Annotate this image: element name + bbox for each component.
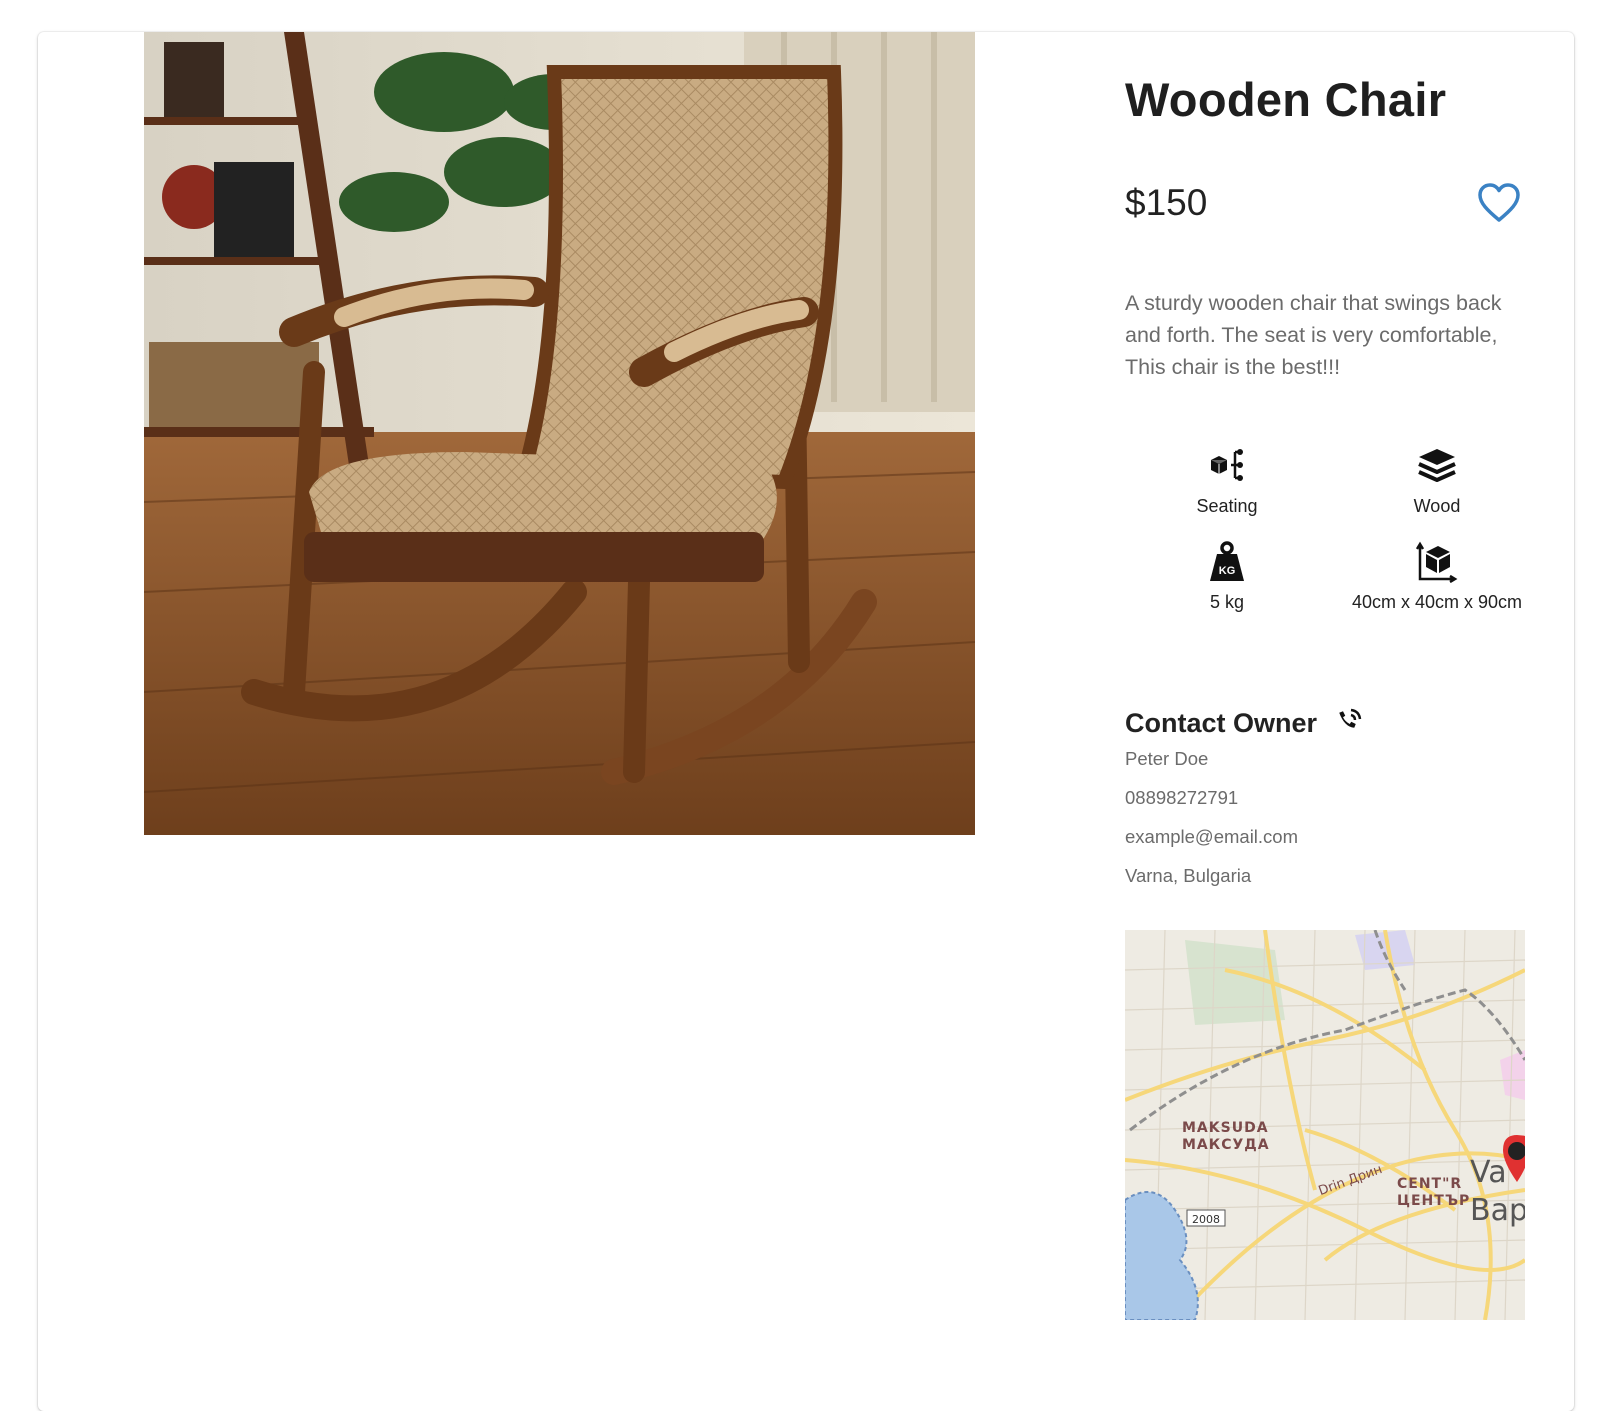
map-city-cyrillic: Вар xyxy=(1470,1193,1525,1228)
spec-weight: KG 5 kg xyxy=(1127,540,1327,613)
rocking-chair-image xyxy=(144,32,975,835)
weight-icon-text: KG xyxy=(1219,565,1236,577)
spec-label: 40cm x 40cm x 90cm xyxy=(1351,592,1523,612)
layers-icon xyxy=(1337,444,1537,488)
weight-icon: KG xyxy=(1127,540,1327,584)
map-district-label: CENT"R ЦЕНТЪР xyxy=(1397,1176,1471,1209)
map-road-number: 2008 xyxy=(1192,1213,1220,1226)
spec-label: Wood xyxy=(1413,496,1461,516)
owner-phone[interactable]: 08898272791 xyxy=(1125,787,1238,809)
spec-material: Wood xyxy=(1337,444,1537,517)
location-map[interactable]: Drin Дрин 2008 Va Вар MAKSUDA МАКСУДА CE… xyxy=(1125,930,1525,1320)
favorite-heart-icon[interactable] xyxy=(1477,182,1521,224)
product-image[interactable] xyxy=(144,32,975,835)
spec-dimensions: 40cm x 40cm x 90cm xyxy=(1337,540,1537,613)
dimensions-icon xyxy=(1337,540,1537,584)
product-card: Wooden Chair $150 A sturdy wooden chair … xyxy=(38,32,1574,1411)
owner-email[interactable]: example@email.com xyxy=(1125,826,1298,848)
owner-location: Varna, Bulgaria xyxy=(1125,865,1252,886)
spec-label: 5 kg xyxy=(1209,592,1245,612)
owner-name: Peter Doe xyxy=(1125,748,1209,769)
product-title: Wooden Chair xyxy=(1125,73,1447,126)
spec-label: Seating xyxy=(1196,496,1258,516)
product-price: $150 xyxy=(1125,182,1208,223)
contact-owner-title: Contact Owner xyxy=(1125,708,1318,738)
spec-category: Seating xyxy=(1127,444,1327,517)
product-description: A sturdy wooden chair that swings back a… xyxy=(1125,291,1502,379)
map-city-latin: Va xyxy=(1470,1155,1507,1190)
phone-ringing-icon xyxy=(1334,706,1364,741)
map-district-label: MAKSUDA МАКСУДА xyxy=(1182,1120,1270,1153)
category-icon xyxy=(1127,444,1327,488)
